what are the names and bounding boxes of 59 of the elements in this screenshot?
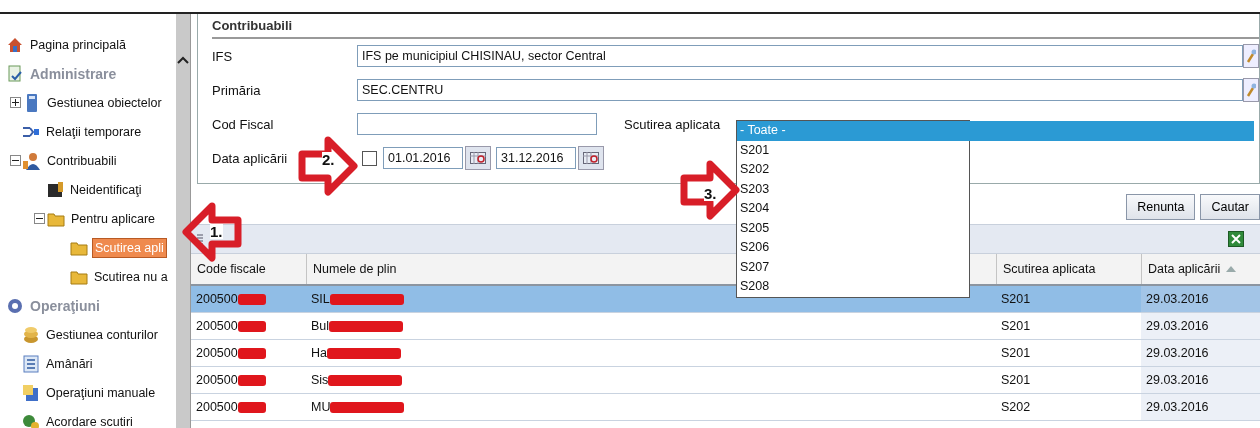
column-header[interactable]: Data aplicării [1141,254,1260,284]
table-row[interactable]: 200500 Ha S201 29.03.2016 [191,340,1260,367]
callout-number: 2. [322,152,335,167]
table-cell: Bul [311,319,330,333]
action-button[interactable]: Renunta [1126,194,1196,220]
table-cell: Sis [311,373,329,387]
table-cell: S201 [1001,346,1031,360]
table-row[interactable]: 200500 MU S202 29.03.2016 [191,394,1260,421]
action-button[interactable]: Cautar [1200,194,1260,220]
date-field[interactable]: 01.01.2016 [383,147,463,169]
field-label: Cod Fiscal [212,116,275,132]
tree-item[interactable]: Gestiunea conturilor [44,325,160,344]
dropdown-option[interactable]: S205 [737,218,969,238]
panel-title: Contribuabili [212,14,1259,39]
tree-item[interactable]: Acordare scutiri [44,412,135,428]
table-cell: 29.03.2016 [1146,319,1209,333]
tree-item[interactable]: Relaţii temporare [44,122,144,141]
field-label: Data aplicării [212,150,289,166]
dropdown-option[interactable]: S203 [737,179,969,199]
dropdown-option[interactable]: S207 [737,257,969,277]
dropdown-option[interactable]: S202 [737,160,969,180]
input-field[interactable]: SEC.CENTRU [357,79,1243,101]
column-header[interactable]: Code fiscale [191,254,306,284]
table-cell: 29.03.2016 [1146,373,1209,387]
table-cell: MU [311,400,331,414]
date-field[interactable]: 31.12.2016 [496,147,576,169]
column-header[interactable]: Scutirea aplicata [996,254,1141,284]
dropdown-option[interactable]: S201 [737,140,969,160]
field-label: IFS [212,48,234,64]
tree-item[interactable]: Neidentificaţi [68,180,144,199]
callout-number: 3. [704,186,717,201]
table-cell: Ha [311,346,327,360]
table-cell: S201 [1001,373,1031,387]
table-cell: S202 [1001,400,1031,414]
table-row[interactable]: 200500 Bul S201 29.03.2016 [191,313,1260,340]
table-cell: SIL [311,292,330,306]
table-cell: 200500 [196,292,238,306]
tree-item[interactable]: Pentru aplicare [69,209,158,228]
table-cell: 200500 [196,373,238,387]
table-cell: S201 [1001,319,1031,333]
table-cell: 200500 [196,319,238,333]
table-cell: 29.03.2016 [1146,346,1209,360]
callout-number: 1. [210,224,223,239]
tree-item[interactable]: Pagina principală [28,35,128,54]
dropdown-option[interactable]: S204 [737,199,969,219]
table-cell: 29.03.2016 [1146,400,1209,414]
tree-item[interactable]: Amânări [44,354,95,373]
table-row[interactable]: 200500 Sis S201 29.03.2016 [191,367,1260,394]
tree-item[interactable]: Gestiunea obiectelor [45,93,164,112]
table-cell: S201 [1001,292,1031,306]
table-cell: 200500 [196,400,238,414]
field-label: Scutirea aplicata [624,116,721,132]
tree-item[interactable]: Operaţiuni manuale [44,383,158,402]
table-cell: 29.03.2016 [1146,292,1209,306]
table-cell: 200500 [196,346,238,360]
tree-item[interactable]: Contribuabili [45,151,119,170]
tree-item[interactable]: Scutirea nu a [92,267,170,286]
field-label: Primăria [212,82,262,98]
input-field[interactable]: IFS pe municipiul CHISINAU, sector Central [357,45,1243,67]
